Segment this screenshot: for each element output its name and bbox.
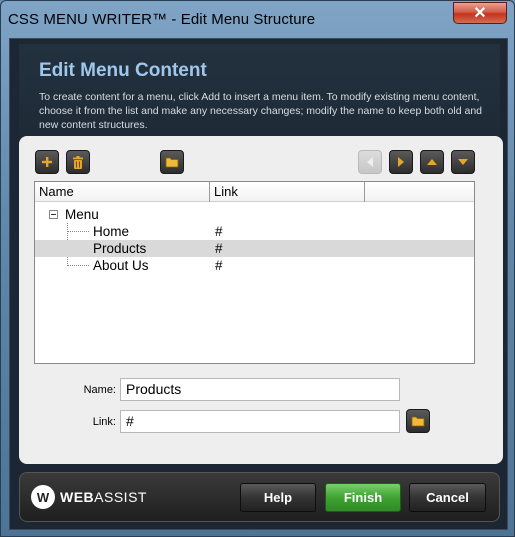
finish-button[interactable]: Finish xyxy=(325,483,401,512)
tree-header: Name Link xyxy=(35,182,474,202)
column-header-name[interactable]: Name xyxy=(35,182,210,202)
cancel-button[interactable]: Cancel xyxy=(409,483,486,512)
close-icon: ✕ xyxy=(473,5,487,22)
folder-icon xyxy=(165,157,179,168)
move-right-button[interactable] xyxy=(389,150,413,174)
logo-mark: W xyxy=(31,485,55,509)
plus-icon xyxy=(42,157,52,167)
browse-button[interactable] xyxy=(160,150,184,174)
tree-item-link: # xyxy=(215,224,223,239)
trash-icon xyxy=(73,155,83,169)
tree-row[interactable]: Home # xyxy=(35,223,474,240)
page-title: Edit Menu Content xyxy=(39,60,207,81)
footer-bar: W WEBASSIST Help Finish Cancel xyxy=(19,472,500,522)
name-field[interactable]: Products xyxy=(120,378,400,401)
add-button[interactable] xyxy=(35,150,59,174)
tree-item-name: About Us xyxy=(93,258,149,273)
title-bar[interactable]: CSS MENU WRITER™ - Edit Menu Structure ✕ xyxy=(1,1,514,37)
collapse-icon[interactable] xyxy=(49,210,58,219)
page-description: To create content for a menu, click Add … xyxy=(39,91,483,131)
close-button[interactable]: ✕ xyxy=(453,2,507,24)
arrow-left-icon xyxy=(367,157,373,167)
tree-row[interactable]: About Us # xyxy=(35,257,474,274)
tree-item-name: Home xyxy=(93,224,130,239)
move-up-button[interactable] xyxy=(420,150,444,174)
move-left-button[interactable] xyxy=(358,150,382,174)
delete-button[interactable] xyxy=(66,150,90,174)
webassist-logo: W WEBASSIST xyxy=(31,485,147,509)
arrow-right-icon xyxy=(398,157,404,167)
tree-root-label: Menu xyxy=(65,207,99,222)
arrow-up-icon xyxy=(427,159,437,165)
link-label: Link: xyxy=(92,416,116,428)
tree-item-link: # xyxy=(215,241,223,256)
name-label: Name: xyxy=(83,384,116,396)
move-down-button[interactable] xyxy=(451,150,475,174)
window-title: CSS MENU WRITER™ - Edit Menu Structure xyxy=(8,11,316,28)
arrow-down-icon xyxy=(458,159,468,165)
header-panel: Edit Menu Content To create content for … xyxy=(19,44,500,140)
folder-icon xyxy=(411,416,425,427)
link-field[interactable]: # xyxy=(120,410,400,433)
client-area: Edit Menu Content To create content for … xyxy=(9,38,508,530)
tree-item-link: # xyxy=(215,258,223,273)
link-browse-button[interactable] xyxy=(406,409,430,433)
column-header-link[interactable]: Link xyxy=(210,182,365,202)
help-button[interactable]: Help xyxy=(240,483,316,512)
menu-tree[interactable]: Name Link Menu Home # Products # About U… xyxy=(34,181,475,364)
logo-text: WEBASSIST xyxy=(60,489,147,505)
tree-row-selected[interactable]: Products # xyxy=(35,240,474,257)
dialog-window: CSS MENU WRITER™ - Edit Menu Structure ✕… xyxy=(0,0,515,537)
tree-item-name: Products xyxy=(93,241,147,256)
content-card: Name Link Menu Home # Products # About U… xyxy=(19,136,503,464)
